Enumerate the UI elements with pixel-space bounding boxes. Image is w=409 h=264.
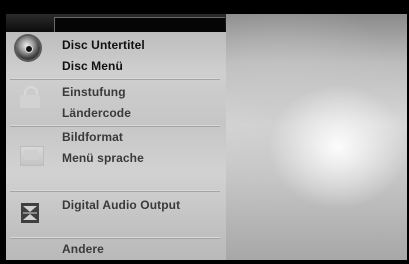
audio-output-icon[interactable]: [20, 202, 40, 224]
menu-item-country-code[interactable]: Ländercode: [62, 106, 131, 120]
menu-item-aspect-ratio[interactable]: Bildformat: [62, 130, 123, 144]
menu-item-digital-audio-output[interactable]: Digital Audio Output: [62, 198, 180, 212]
menu-divider: [10, 78, 220, 80]
menu-divider: [10, 237, 220, 239]
preview-pane: [226, 14, 407, 260]
lock-body: [20, 95, 40, 108]
title-bar: [6, 14, 226, 33]
screen-icon[interactable]: [20, 146, 44, 166]
menu-divider: [10, 125, 220, 127]
menu-item-rating[interactable]: Einstufung: [62, 85, 126, 99]
setup-menu: Disc Untertitel Disc Menü Einstufung Län…: [6, 32, 226, 260]
menu-divider: [10, 190, 220, 192]
setup-screen: Disc Untertitel Disc Menü Einstufung Län…: [0, 0, 409, 264]
menu-item-menu-language[interactable]: Menü sprache: [62, 151, 144, 165]
menu-item-other[interactable]: Andere: [62, 242, 104, 256]
menu-item-disc-subtitle[interactable]: Disc Untertitel: [62, 38, 145, 52]
lock-icon[interactable]: [20, 86, 40, 108]
disc-icon[interactable]: [16, 36, 40, 60]
title-frame: [54, 17, 225, 33]
menu-item-disc-menu[interactable]: Disc Menü: [62, 59, 123, 73]
